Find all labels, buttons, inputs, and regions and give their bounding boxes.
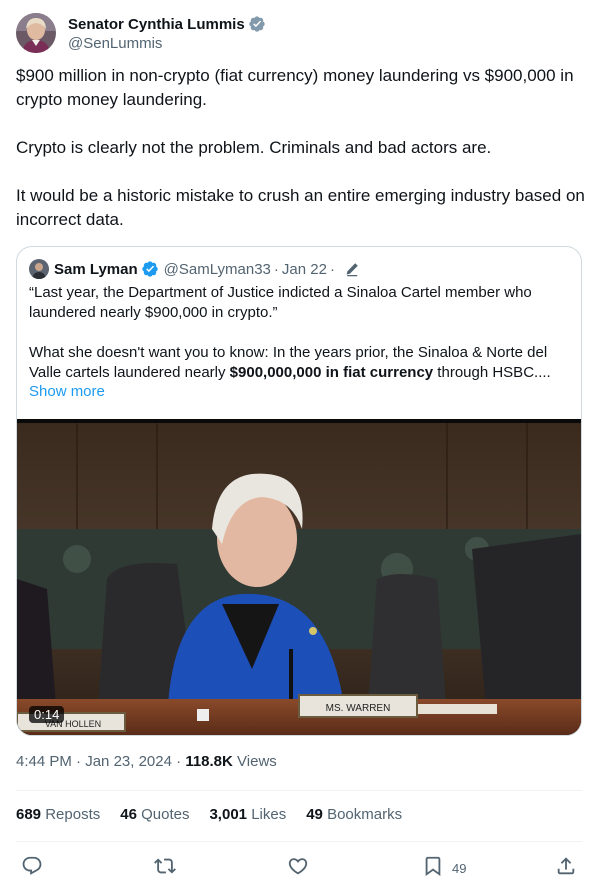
- share-button[interactable]: [555, 855, 577, 881]
- share-icon: [555, 855, 577, 882]
- tweet-paragraph: Crypto is clearly not the problem. Crimi…: [16, 138, 492, 157]
- action-bar: 49: [0, 855, 598, 881]
- separator: ·: [176, 753, 182, 770]
- divider: [16, 841, 582, 842]
- quoted-author-name[interactable]: Sam Lyman: [54, 261, 138, 278]
- separator: ·: [329, 260, 335, 278]
- repost-icon: [154, 855, 176, 882]
- reply-icon: [21, 855, 43, 882]
- quoted-tweet-header: Sam Lyman @SamLyman33 · Jan 22 ·: [29, 259, 360, 279]
- nameplate-warren: MS. WARREN: [326, 703, 391, 714]
- video-player[interactable]: MS. WARREN VAN HOLLEN 0:14: [17, 419, 581, 735]
- reposts-stat[interactable]: 689 Reposts: [16, 806, 100, 823]
- heart-icon: [287, 855, 309, 882]
- like-button[interactable]: [287, 855, 309, 881]
- separator: ·: [76, 753, 82, 770]
- author-name[interactable]: Senator Cynthia Lummis: [68, 16, 245, 33]
- likes-stat[interactable]: 3,001 Likes: [209, 806, 286, 823]
- tweet-meta: 4:44 PM · Jan 23, 2024 · 118.8K Views: [16, 753, 277, 770]
- quoted-date[interactable]: Jan 22: [282, 261, 327, 278]
- divider: [16, 790, 582, 791]
- reply-button[interactable]: [21, 855, 43, 881]
- bookmark-count: 49: [452, 860, 467, 876]
- quoted-paragraph: “Last year, the Department of Justice in…: [29, 284, 532, 321]
- quoted-paragraph: What she doesn't want you to know: In th…: [29, 344, 551, 381]
- author-info: Senator Cynthia Lummis @SenLummis: [68, 14, 266, 52]
- bold-amount: $900,000,000 in fiat currency: [229, 364, 434, 381]
- repost-button[interactable]: [154, 855, 176, 881]
- tweet-header: Senator Cynthia Lummis @SenLummis: [16, 12, 266, 54]
- separator: ·: [273, 260, 279, 278]
- views-label: Views: [237, 753, 277, 770]
- bookmarks-stat[interactable]: 49 Bookmarks: [306, 806, 402, 823]
- bookmark-button[interactable]: 49: [422, 855, 466, 881]
- views-count: 118.8K: [185, 753, 233, 770]
- tweet-text: $900 million in non-crypto (fiat currenc…: [16, 64, 586, 232]
- tweet-paragraph: It would be a historic mistake to crush …: [16, 186, 585, 229]
- show-more-link[interactable]: Show more: [29, 383, 105, 400]
- tweet-date[interactable]: Jan 23, 2024: [85, 753, 172, 770]
- edit-pencil-icon: [344, 261, 360, 277]
- quoted-author-handle[interactable]: @SamLyman33: [164, 261, 271, 278]
- avatar[interactable]: [16, 13, 56, 53]
- verified-gray-badge-icon[interactable]: [248, 15, 266, 33]
- bookmark-icon: [422, 855, 444, 882]
- quoted-tweet-text: “Last year, the Department of Justice in…: [29, 283, 569, 383]
- video-duration-badge: 0:14: [29, 706, 65, 723]
- verified-blue-badge-icon: [141, 260, 159, 278]
- tweet-time[interactable]: 4:44 PM: [16, 753, 72, 770]
- video-frame: MS. WARREN VAN HOLLEN: [17, 419, 581, 735]
- author-handle[interactable]: @SenLummis: [68, 35, 266, 52]
- quoted-avatar[interactable]: [29, 259, 49, 279]
- quotes-stat[interactable]: 46 Quotes: [120, 806, 189, 823]
- tweet-paragraph: $900 million in non-crypto (fiat currenc…: [16, 66, 574, 109]
- quoted-tweet[interactable]: Sam Lyman @SamLyman33 · Jan 22 · “Last y…: [16, 246, 582, 736]
- engagement-stats: 689 Reposts 46 Quotes 3,001 Likes 49 Boo…: [16, 806, 422, 823]
